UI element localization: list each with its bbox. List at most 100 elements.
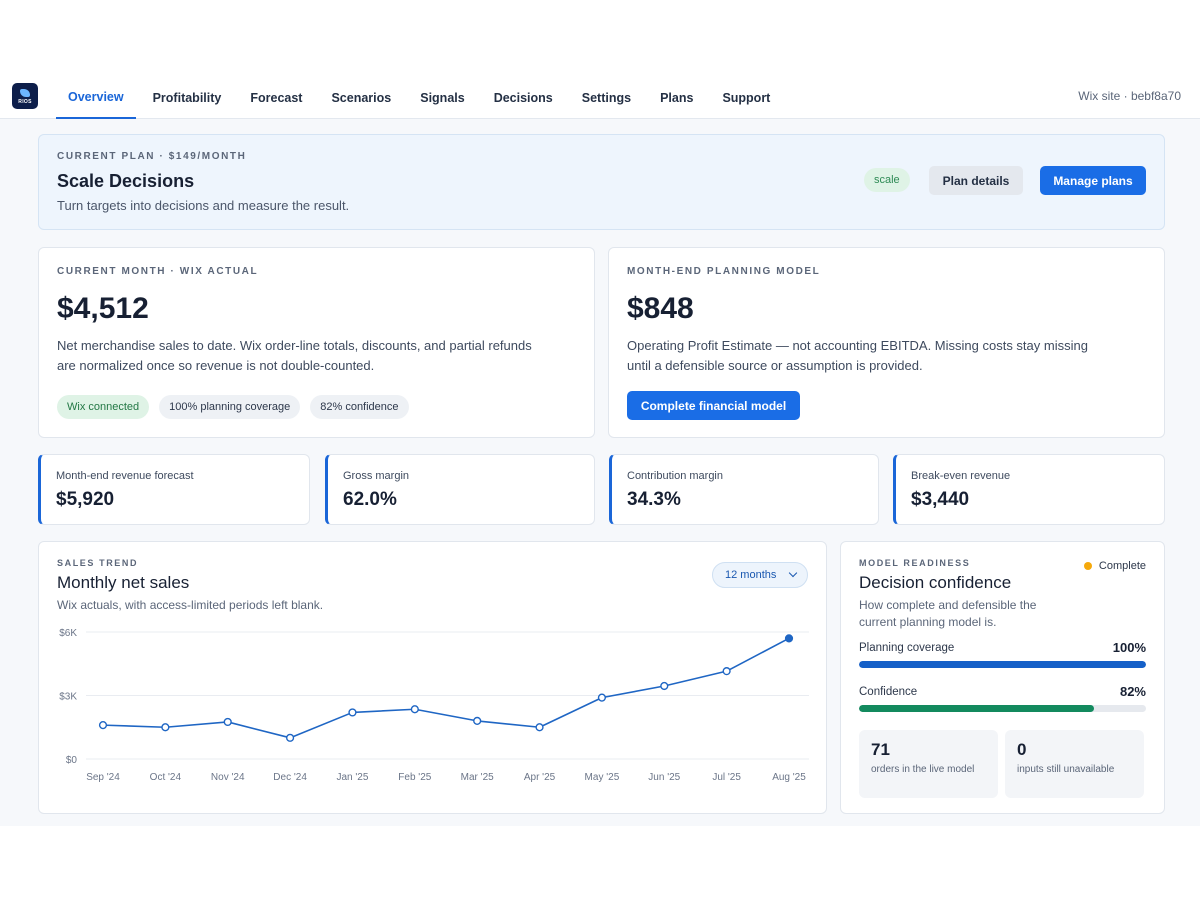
tab-signals[interactable]: Signals	[408, 76, 476, 119]
tab-overview[interactable]: Overview	[56, 76, 136, 119]
planning-coverage-chip: 100% planning coverage	[159, 395, 301, 419]
y-tick-label: $6K	[59, 628, 77, 639]
current-month-card: CURRENT MONTH · WIX ACTUAL $4,512 Net me…	[38, 247, 595, 438]
planning-model-card: MONTH-END PLANNING MODEL $848 Operating …	[608, 247, 1165, 438]
tab-support[interactable]: Support	[710, 76, 782, 119]
planning-model-eyebrow: MONTH-END PLANNING MODEL	[627, 266, 821, 277]
data-point	[722, 667, 731, 676]
y-tick-label: $3K	[59, 692, 77, 703]
x-tick-label: Jun '25	[648, 772, 680, 783]
readiness-subtitle: How complete and defensible the current …	[859, 598, 1037, 629]
status-chips: Wix connected 100% planning coverage 82%…	[57, 395, 419, 419]
confidence-bar	[859, 705, 1146, 712]
monthly-net-sales-chart: $0 $3K $6K Sep '24 Oct '24 Nov '24 Dec '24 Jan …	[59, 628, 809, 783]
range-select[interactable]: 12 months	[712, 562, 808, 588]
orders-stat-text: orders in the live model	[871, 764, 975, 775]
tab-scenarios[interactable]: Scenarios	[319, 76, 403, 119]
x-tick-label: Oct '24	[150, 772, 182, 783]
x-tick-label: Apr '25	[524, 772, 556, 783]
manage-plans-button[interactable]: Manage plans	[1040, 166, 1146, 195]
status-dot-icon	[1083, 562, 1092, 570]
net-sales-value: $4,512	[57, 292, 149, 325]
kpi-revenue-forecast: Month-end revenue forecast $5,920	[38, 454, 310, 525]
planning-coverage-bar-fill	[859, 661, 1146, 668]
data-point	[784, 634, 794, 643]
data-point	[161, 723, 170, 732]
x-tick-label: Aug '25	[772, 772, 806, 783]
kpi-label: Break-even revenue	[911, 470, 1011, 482]
confidence-value: 82%	[1119, 684, 1146, 699]
kpi-label: Month-end revenue forecast	[56, 470, 194, 482]
nav-tabs: Overview Profitability Forecast Scenario…	[56, 76, 787, 119]
unavailable-inputs-text: inputs still unavailable	[1017, 764, 1115, 775]
model-readiness-card: MODEL READINESS Complete Decision confid…	[840, 541, 1165, 814]
readiness-eyebrow: MODEL READINESS	[859, 558, 971, 568]
confidence-chip: 82% confidence	[310, 395, 409, 419]
current-plan-banner: CURRENT PLAN · $149/month Scale Decision…	[38, 134, 1165, 230]
data-point	[597, 693, 607, 702]
x-tick-label: Jan '25	[336, 772, 368, 783]
plan-details-button[interactable]: Plan details	[929, 166, 1023, 195]
orders-stat: 71 orders in the live model	[859, 730, 998, 798]
planning-coverage-bar	[859, 661, 1146, 668]
current-month-eyebrow: CURRENT MONTH · WIX ACTUAL	[57, 266, 259, 277]
x-tick-label: May '25	[585, 772, 620, 783]
plan-title: Scale Decisions	[57, 171, 195, 191]
kpi-contribution-margin: Contribution margin 34.3%	[609, 454, 879, 525]
data-point	[660, 681, 669, 691]
confidence-label: Confidence	[859, 686, 918, 698]
kpi-label: Contribution margin	[627, 470, 723, 482]
tab-plans[interactable]: Plans	[648, 76, 705, 119]
logo-mark-icon	[20, 89, 30, 97]
plan-badge: scale	[864, 168, 910, 192]
kpi-value: $5,920	[56, 489, 115, 510]
orders-stat-number: 71	[871, 740, 890, 759]
sales-line	[102, 637, 790, 739]
plan-eyebrow: CURRENT PLAN · $149/month	[57, 151, 247, 162]
app-logo[interactable]: RIOS	[12, 83, 38, 109]
data-point	[473, 716, 482, 726]
kpi-value: 62.0%	[343, 489, 397, 510]
profit-estimate-value: $848	[627, 292, 694, 325]
planning-coverage-value: 100%	[1112, 640, 1146, 655]
tab-profitability[interactable]: Profitability	[141, 76, 234, 119]
wix-connected-chip: Wix connected	[57, 395, 150, 419]
x-tick-label: Feb '25	[398, 772, 431, 783]
x-tick-label: Sep '24	[86, 772, 120, 783]
tab-forecast[interactable]: Forecast	[238, 76, 314, 119]
net-sales-description: Net merchandise sales to date. Wix order…	[57, 338, 532, 373]
tab-settings[interactable]: Settings	[570, 76, 643, 119]
complete-financial-model-button[interactable]: Complete financial model	[627, 391, 800, 420]
data-point	[285, 733, 295, 742]
sales-trend-card: SALES TREND Monthly net sales Wix actual…	[38, 541, 827, 814]
kpi-gross-margin: Gross margin 62.0%	[325, 454, 595, 525]
app-shell: RIOS Overview Profitability Forecast Sce…	[0, 76, 1200, 826]
x-tick-label: Mar '25	[461, 772, 494, 783]
tab-decisions[interactable]: Decisions	[482, 76, 565, 119]
profit-estimate-description: Operating Profit Estimate — not accounti…	[627, 338, 1088, 373]
site-identifier: Wix site · bebf8a70	[1078, 89, 1181, 103]
planning-coverage-label: Planning coverage	[859, 642, 955, 654]
sales-trend-title: Monthly net sales	[57, 573, 190, 592]
data-point	[348, 708, 357, 717]
confidence-bar-fill	[859, 705, 1095, 712]
x-tick-label: Jul '25	[712, 772, 741, 783]
y-tick-label: $0	[66, 755, 78, 766]
kpi-break-even: Break-even revenue $3,440	[893, 454, 1165, 525]
kpi-value: $3,440	[911, 489, 970, 510]
top-navigation: RIOS Overview Profitability Forecast Sce…	[0, 76, 1200, 119]
kpi-value: 34.3%	[627, 489, 681, 510]
sales-trend-eyebrow: SALES TREND	[57, 558, 139, 568]
chevron-down-icon	[788, 568, 798, 578]
data-point	[98, 721, 108, 730]
x-tick-label: Dec '24	[273, 772, 307, 783]
readiness-status-label: Complete	[1098, 560, 1146, 572]
x-tick-label: Nov '24	[211, 772, 245, 783]
data-point	[535, 723, 544, 732]
logo-text: RIOS	[18, 99, 32, 105]
kpi-label: Gross margin	[343, 470, 410, 482]
data-point	[410, 705, 419, 714]
readiness-status: Complete	[1083, 560, 1146, 572]
unavailable-inputs-number: 0	[1017, 740, 1027, 759]
unavailable-inputs-stat: 0 inputs still unavailable	[1005, 730, 1144, 798]
